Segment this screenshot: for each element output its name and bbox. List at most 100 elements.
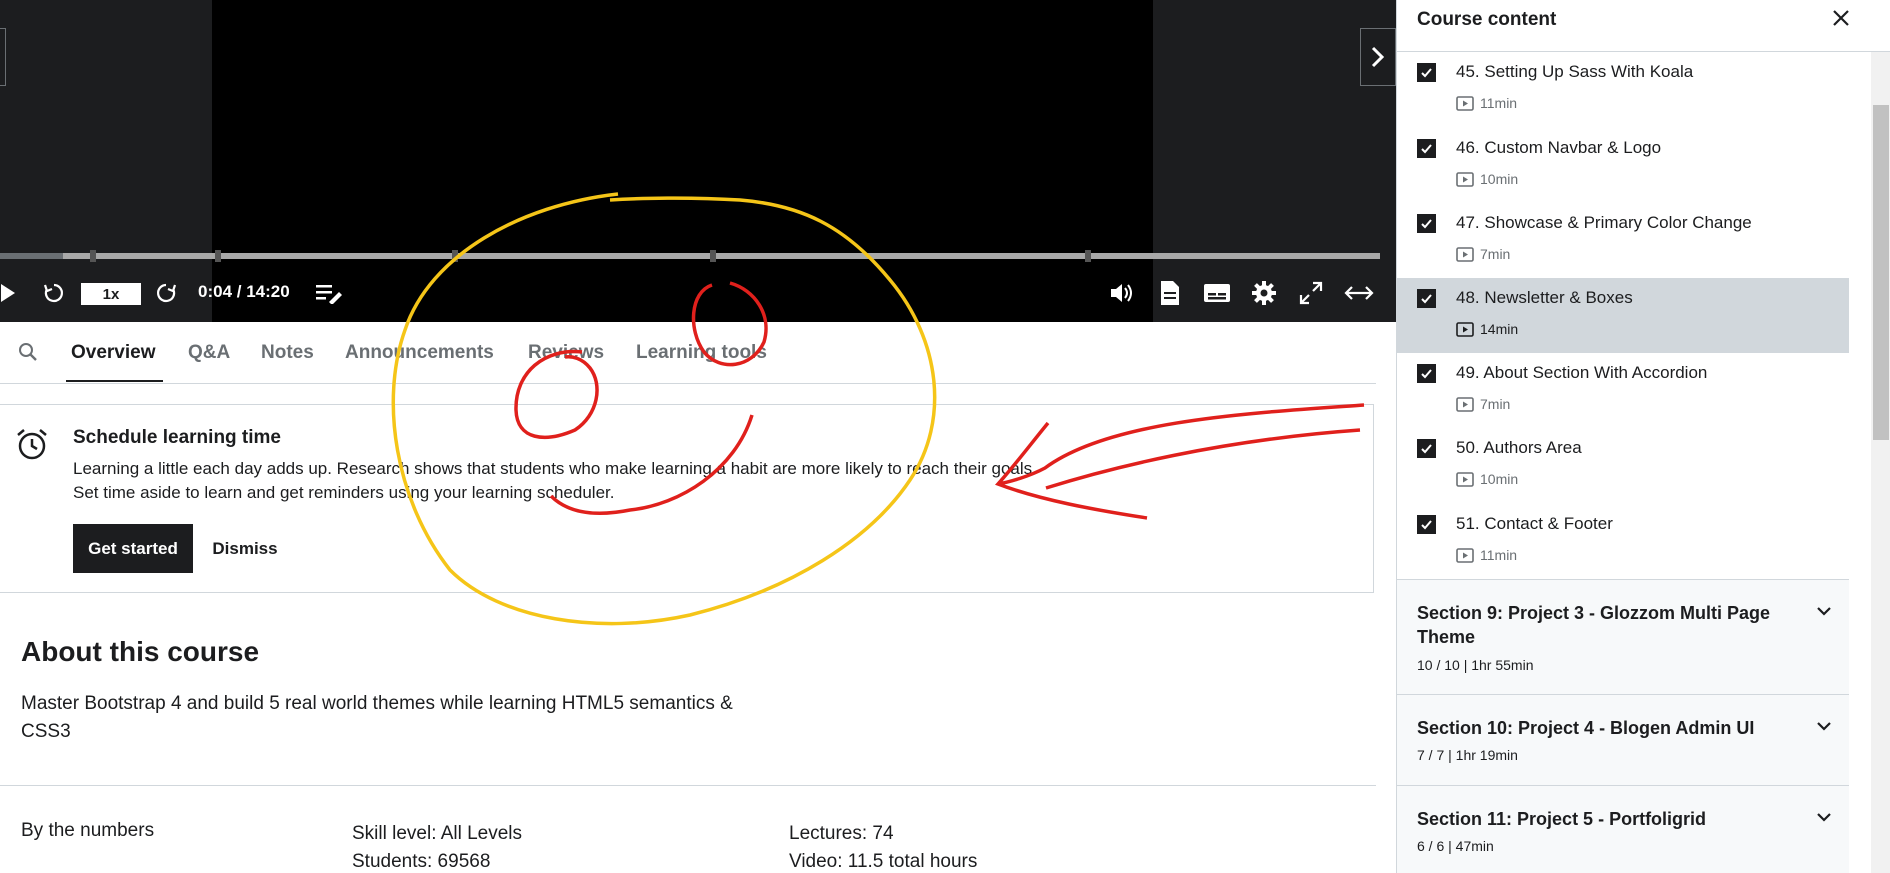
fullscreen-icon <box>1299 281 1323 305</box>
expand-width-button[interactable] <box>1343 278 1375 308</box>
active-tab-indicator <box>66 380 163 382</box>
lecture-title: 46. Custom Navbar & Logo <box>1456 138 1662 157</box>
completed-checkbox[interactable] <box>1417 364 1436 383</box>
section-item[interactable]: Section 11: Project 5 - Portfoligrid 6 / … <box>1397 785 1849 873</box>
divider <box>0 785 1376 786</box>
lecture-duration: 11min <box>1480 547 1518 563</box>
tab-notes[interactable]: Notes <box>261 342 314 364</box>
lecture-item[interactable]: 47. Showcase & Primary Color Change 7min <box>1397 203 1849 278</box>
tab-announcements[interactable]: Announcements <box>345 342 494 364</box>
forward-icon <box>157 283 177 303</box>
lecture-duration: 7min <box>1480 246 1511 262</box>
fullscreen-button[interactable] <box>1296 278 1326 308</box>
forward-button[interactable] <box>152 278 180 308</box>
sidebar-title: Course content <box>1417 9 1557 30</box>
about-title: About this course <box>21 636 260 667</box>
lecture-item[interactable]: 51. Contact & Footer 11min <box>1397 504 1849 579</box>
playback-speed-button[interactable]: 1x <box>81 283 141 305</box>
lecture-meta: 7min <box>1456 396 1510 412</box>
numbers-column-1: Skill level: All Levels Students: 69568 <box>352 820 522 873</box>
chapter-marker <box>452 250 458 262</box>
chevron-down-icon[interactable] <box>1815 808 1833 826</box>
completed-checkbox[interactable] <box>1417 515 1436 534</box>
rewind-button[interactable] <box>40 278 68 308</box>
course-tabs: Overview Q&A Notes Announcements Reviews… <box>0 322 1376 384</box>
lecture-item[interactable]: 46. Custom Navbar & Logo 10min <box>1397 128 1849 203</box>
schedule-learning-card: Schedule learning time Learning a little… <box>0 404 1374 593</box>
next-lecture-button[interactable] <box>1360 28 1396 86</box>
checkmark-icon <box>1421 144 1432 154</box>
progress-fill <box>0 253 64 259</box>
section-meta: 6 / 6 | 47min <box>1417 838 1494 854</box>
tab-reviews[interactable]: Reviews <box>528 342 604 364</box>
checkmark-icon <box>1421 444 1432 454</box>
completed-checkbox[interactable] <box>1417 139 1436 158</box>
chapter-marker <box>710 250 716 262</box>
lecture-item[interactable]: 45. Setting Up Sass With Koala 11min <box>1397 52 1849 127</box>
schedule-description: Learning a little each day adds up. Rese… <box>73 457 1173 505</box>
about-description: Master Bootstrap 4 and build 5 real worl… <box>21 693 733 742</box>
lecture-meta: 10min <box>1456 471 1518 487</box>
lecture-meta: 7min <box>1456 246 1510 262</box>
lecture-title: 47. Showcase & Primary Color Change <box>1456 213 1752 232</box>
chapter-marker <box>1085 250 1091 262</box>
skill-level: Skill level: All Levels <box>352 823 523 844</box>
video-player[interactable]: 1x 0:04 / 14:20 <box>0 0 1396 322</box>
sidebar-header: Course content <box>1397 0 1890 52</box>
lectures-count: Lectures: 74 <box>789 823 894 844</box>
section-meta: 7 / 7 | 1hr 19min <box>1417 747 1518 763</box>
expand-arrows-icon <box>1344 286 1374 300</box>
dismiss-button[interactable]: Dismiss <box>199 524 291 573</box>
video-icon <box>1456 396 1474 412</box>
completed-checkbox[interactable] <box>1417 63 1436 82</box>
video-icon <box>1456 171 1474 187</box>
search-icon <box>19 343 37 361</box>
lecture-duration: 10min <box>1480 471 1519 487</box>
tab-learning-tools[interactable]: Learning tools <box>636 342 767 364</box>
transcript-button[interactable] <box>1155 278 1185 308</box>
previous-lecture-button[interactable] <box>0 28 6 86</box>
chevron-down-icon[interactable] <box>1815 602 1833 620</box>
checkmark-icon <box>1421 219 1432 229</box>
tab-qa[interactable]: Q&A <box>188 342 230 364</box>
tab-search[interactable] <box>18 342 38 367</box>
completed-checkbox[interactable] <box>1417 214 1436 233</box>
settings-button[interactable] <box>1249 278 1279 308</box>
section-meta: 10 / 10 | 1hr 55min <box>1417 657 1534 673</box>
students-count: Students: 69568 <box>352 851 491 872</box>
completed-checkbox[interactable] <box>1417 289 1436 308</box>
lecture-item[interactable]: 50. Authors Area 10min <box>1397 428 1849 503</box>
lecture-duration: 11min <box>1480 95 1518 111</box>
progress-bar[interactable] <box>0 250 1380 262</box>
checkmark-icon <box>1421 68 1432 78</box>
get-started-button[interactable]: Get started <box>73 524 193 573</box>
lecture-duration: 14min <box>1480 321 1519 337</box>
captions-icon <box>1204 284 1230 302</box>
schedule-line-1: Learning a little each day adds up. Rese… <box>73 459 1037 478</box>
lecture-item[interactable]: 48. Newsletter & Boxes 14min <box>1397 278 1849 353</box>
tab-overview[interactable]: Overview <box>71 342 156 364</box>
lecture-item[interactable]: 49. About Section With Accordion 7min <box>1397 353 1849 428</box>
captions-button[interactable] <box>1202 278 1232 308</box>
completed-checkbox[interactable] <box>1417 439 1436 458</box>
time-display: 0:04 / 14:20 <box>198 282 290 301</box>
lecture-meta: 11min <box>1456 547 1517 563</box>
chevron-down-icon[interactable] <box>1815 717 1833 735</box>
section-item[interactable]: Section 10: Project 4 - Blogen Admin UI 7… <box>1397 694 1849 785</box>
volume-icon <box>1111 284 1132 302</box>
section-title: Section 10: Project 4 - Blogen Admin UI <box>1417 718 1755 738</box>
checkmark-icon <box>1421 520 1432 530</box>
section-item[interactable]: Section 9: Project 3 - Glozzom Multi Pag… <box>1397 579 1849 694</box>
notes-button[interactable] <box>314 278 344 308</box>
gear-icon <box>1252 281 1276 305</box>
schedule-title: Schedule learning time <box>73 427 281 448</box>
lecture-title: 49. About Section With Accordion <box>1456 363 1708 382</box>
section-title: Section 11: Project 5 - Portfoligrid <box>1417 809 1707 829</box>
chapter-marker <box>215 250 221 262</box>
video-frame[interactable] <box>212 0 1153 322</box>
scrollbar-thumb[interactable] <box>1873 105 1889 440</box>
close-sidebar-button[interactable] <box>1829 6 1853 30</box>
chapter-marker <box>90 250 96 262</box>
play-button[interactable] <box>0 278 18 308</box>
volume-button[interactable] <box>1107 278 1137 308</box>
